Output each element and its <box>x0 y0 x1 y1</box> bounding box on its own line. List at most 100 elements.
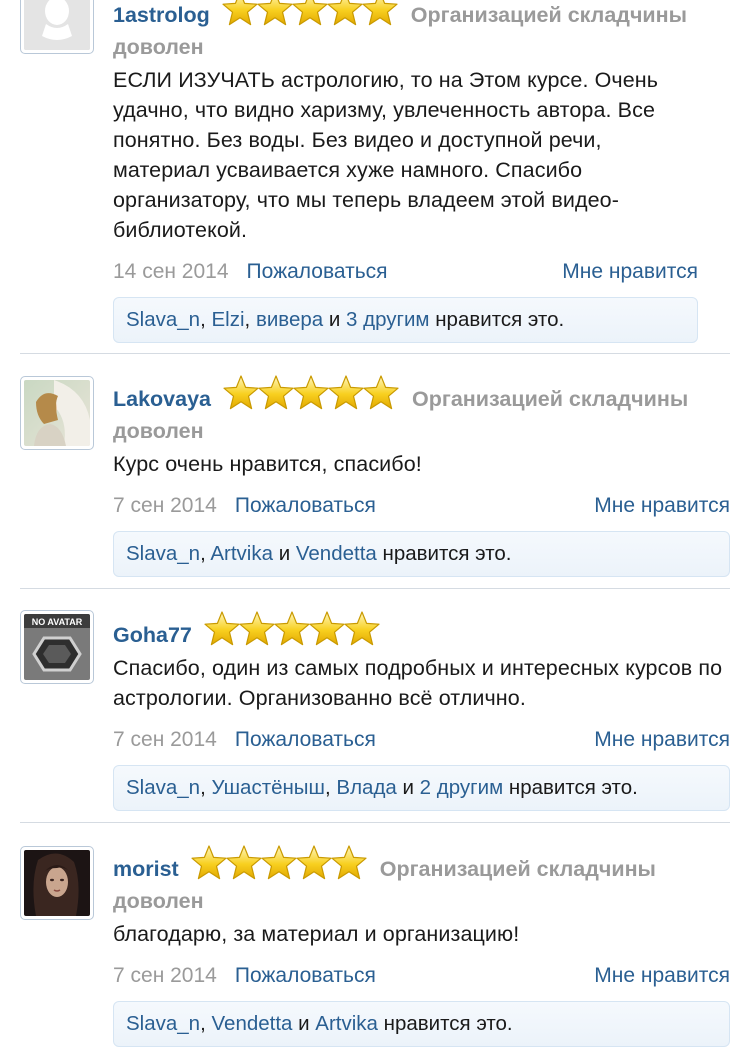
liker-link[interactable]: Artvika <box>315 1012 378 1035</box>
likes-separator: , <box>200 308 212 331</box>
likes-summary: Slava_n, Elzi, вивера и 3 другим нравитс… <box>113 297 698 343</box>
star-icon <box>226 845 262 880</box>
likes-others-link[interactable]: 2 другим <box>420 776 504 799</box>
likes-others-link[interactable]: 3 другим <box>346 308 430 331</box>
review-body: morist Организацией складчины доволен благ… <box>113 844 730 1047</box>
report-link[interactable]: Пожаловаться <box>235 728 376 751</box>
likes-separator: , <box>244 308 256 331</box>
review-header: Goha77 <box>113 610 730 651</box>
star-icon <box>293 375 329 410</box>
rating-stars <box>191 844 367 882</box>
liker-link[interactable]: вивера <box>256 308 323 331</box>
likes-summary: Slava_n, Artvika и Vendetta нравится это… <box>113 531 730 577</box>
review-body: 1astrolog Организацией складчины доволен Е… <box>113 0 698 343</box>
review-message: благодарю, за материал и организацию! <box>113 922 520 946</box>
user-photo <box>24 850 90 916</box>
review-divider <box>20 822 730 823</box>
avatar[interactable] <box>20 846 94 920</box>
star-icon <box>331 845 367 880</box>
username-link[interactable]: Goha77 <box>113 623 192 647</box>
review-message: ЕСЛИ ИЗУЧАТЬ астрологию, то на Этом курс… <box>113 68 659 242</box>
avatar[interactable]: NO AVATAR <box>20 610 94 684</box>
like-link[interactable]: Мне нравится <box>594 723 730 757</box>
star-icon <box>292 0 328 26</box>
star-icon <box>274 611 310 646</box>
review-body: Goha77 Спасибо, один из самых подробных и… <box>113 610 730 811</box>
star-icon <box>363 375 399 410</box>
star-icon <box>344 611 380 646</box>
likes-suffix: нравится это. <box>503 776 638 799</box>
review-date: 14 сен 2014 <box>113 260 229 283</box>
star-icon <box>239 611 275 646</box>
star-icon <box>191 845 227 880</box>
report-link[interactable]: Пожаловаться <box>235 494 376 517</box>
likes-and: и <box>323 308 347 331</box>
liker-link[interactable]: Влада <box>336 776 396 799</box>
like-link[interactable]: Мне нравится <box>562 255 698 289</box>
review-header: morist Организацией складчины доволен <box>113 844 730 917</box>
likes-separator: , <box>200 1012 212 1035</box>
review-meta: 7 сен 2014 Пожаловаться Мне нравится <box>113 489 730 523</box>
report-link[interactable]: Пожаловаться <box>247 260 388 283</box>
review-divider <box>20 588 730 589</box>
rating-stars <box>204 610 380 648</box>
liker-link[interactable]: Elzi <box>212 308 245 331</box>
review-divider <box>20 353 730 354</box>
report-link[interactable]: Пожаловаться <box>235 964 376 987</box>
likes-and: и <box>273 542 296 565</box>
star-icon <box>261 845 297 880</box>
star-icon <box>258 375 294 410</box>
review-header: Lakovaya Организацией складчины доволен <box>113 374 730 447</box>
avatar[interactable] <box>20 376 94 450</box>
liker-link[interactable]: Ушастёныш <box>212 776 326 799</box>
rating-stars <box>222 0 398 28</box>
likes-separator: , <box>325 776 337 799</box>
liker-link[interactable]: Slava_n <box>126 1012 200 1035</box>
likes-separator: , <box>200 776 212 799</box>
review-header: 1astrolog Организацией складчины доволен <box>113 0 698 63</box>
username-link[interactable]: Lakovaya <box>113 387 211 411</box>
rating-stars <box>223 374 399 412</box>
liker-link[interactable]: Artvika <box>210 542 273 565</box>
star-icon <box>257 0 293 26</box>
star-icon <box>309 611 345 646</box>
like-link[interactable]: Мне нравится <box>594 959 730 993</box>
review-meta: 7 сен 2014 Пожаловаться Мне нравится <box>113 723 730 757</box>
user-photo <box>24 380 90 446</box>
likes-and: и <box>292 1012 316 1035</box>
review-date: 7 сен 2014 <box>113 728 217 751</box>
star-icon <box>223 375 259 410</box>
likes-suffix: нравится это. <box>376 542 512 565</box>
review-meta: 7 сен 2014 Пожаловаться Мне нравится <box>113 959 730 993</box>
review-date: 7 сен 2014 <box>113 494 217 517</box>
star-icon <box>204 611 240 646</box>
username-link[interactable]: morist <box>113 857 179 881</box>
likes-and: и <box>396 776 420 799</box>
no-avatar-icon: NO AVATAR <box>24 614 90 680</box>
review-body: Lakovaya Организацией складчины доволен Ку… <box>113 374 730 577</box>
review-date: 7 сен 2014 <box>113 964 217 987</box>
review-meta: 14 сен 2014 Пожаловаться Мне нравится <box>113 255 698 289</box>
star-icon <box>327 0 363 26</box>
default-avatar-icon <box>24 0 90 50</box>
liker-link[interactable]: Slava_n <box>126 776 200 799</box>
star-icon <box>296 845 332 880</box>
reviews-feed: 1astrolog Организацией складчины доволен Е… <box>0 0 749 1050</box>
like-link[interactable]: Мне нравится <box>594 489 730 523</box>
star-icon <box>222 0 258 26</box>
likes-summary: Slava_n, Ушастёныш, Влада и 2 другим нра… <box>113 765 730 811</box>
username-link[interactable]: 1astrolog <box>113 3 210 27</box>
star-icon <box>328 375 364 410</box>
liker-link[interactable]: Slava_n <box>126 542 200 565</box>
liker-link[interactable]: Vendetta <box>296 542 377 565</box>
review-message: Спасибо, один из самых подробных и интер… <box>113 656 723 710</box>
likes-summary: Slava_n, Vendetta и Artvika нравится это… <box>113 1001 730 1047</box>
likes-suffix: нравится это. <box>429 308 565 331</box>
star-icon <box>362 0 398 26</box>
liker-link[interactable]: Vendetta <box>212 1012 293 1035</box>
likes-separator: , <box>200 542 211 565</box>
likes-suffix: нравится это. <box>377 1012 513 1035</box>
avatar[interactable] <box>20 0 94 54</box>
review-message: Курс очень нравится, спасибо! <box>113 452 422 476</box>
liker-link[interactable]: Slava_n <box>126 308 200 331</box>
